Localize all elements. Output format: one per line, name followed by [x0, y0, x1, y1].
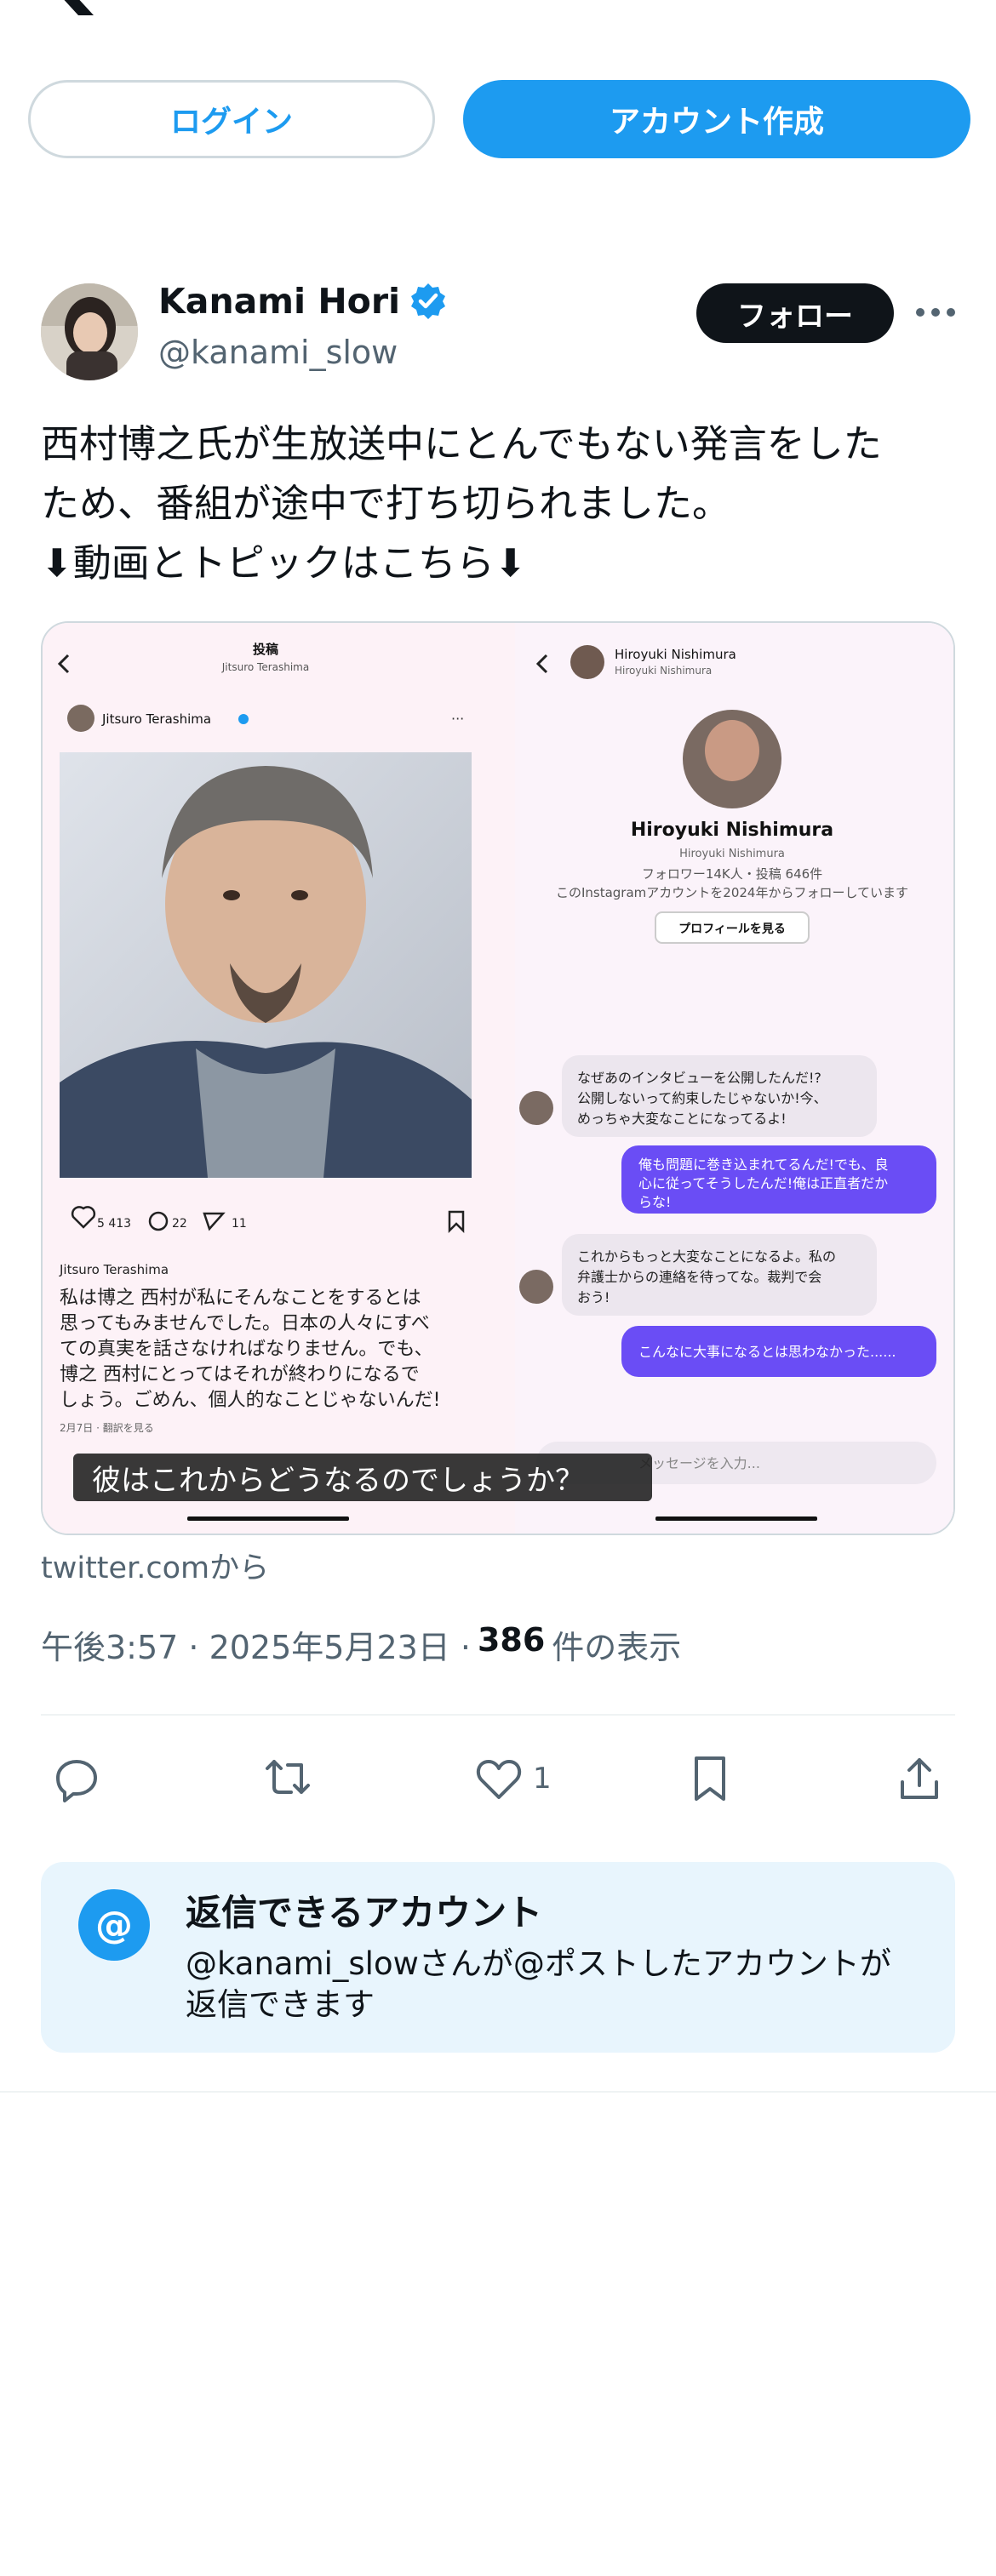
svg-text:フォロワー14K人・投稿 646件: フォロワー14K人・投稿 646件 — [642, 866, 822, 882]
svg-text:なぜあのインタビューを公開したんだ!?: なぜあのインタビューを公開したんだ!? — [577, 1070, 821, 1086]
reply-button[interactable] — [53, 1751, 100, 1806]
video-frame: 投稿 Jitsuro Terashima Jitsuro Terashima ·… — [43, 623, 953, 1534]
tweet-video[interactable]: 投稿 Jitsuro Terashima Jitsuro Terashima ·… — [41, 621, 955, 1535]
author-handle[interactable]: @kanami_slow — [158, 334, 398, 371]
svg-text:Jitsuro Terashima: Jitsuro Terashima — [59, 1262, 169, 1277]
like-count: 1 — [533, 1762, 552, 1796]
divider — [0, 2091, 996, 2093]
svg-text:22: 22 — [172, 1217, 187, 1231]
svg-text:メッセージを入力...: メッセージを入力... — [638, 1455, 760, 1471]
dm-avatar — [570, 645, 604, 679]
reply-settings-description: @kanami_slowさんが@ポストしたアカウントが返信できます — [186, 1945, 891, 2023]
reply-settings-title: 返信できるアカウント — [186, 1892, 543, 1933]
svg-text:Hiroyuki Nishimura: Hiroyuki Nishimura — [615, 665, 712, 677]
post-verified-icon — [238, 714, 249, 724]
post-more-icon: ··· — [451, 711, 464, 727]
bookmark-button[interactable] — [688, 1751, 732, 1806]
svg-text:おう!: おう! — [577, 1289, 610, 1305]
svg-text:このInstagramアカウントを2024年からフォローして: このInstagramアカウントを2024年からフォローしています — [556, 885, 908, 900]
divider — [41, 1714, 955, 1716]
reply-settings-box: @ 返信できるアカウント @kanami_slowさんが@ポストしたアカウントが… — [41, 1862, 955, 2053]
avatar[interactable] — [41, 283, 138, 380]
svg-text:公開しないって約束したじゃないか!今、: 公開しないって約束したじゃないか!今、 — [577, 1090, 827, 1106]
tweet-source: twitter.comから — [41, 1551, 270, 1585]
svg-text:Hiroyuki Nishimura: Hiroyuki Nishimura — [679, 848, 785, 860]
tweet-text: 西村博之氏が生放送中にとんでもない発言をした ため、番組が途中で打ち切られました… — [41, 414, 960, 593]
bookmark-icon — [695, 1756, 725, 1801]
reply-icon — [56, 1760, 97, 1802]
left-header-sub: Jitsuro Terashima — [221, 661, 309, 673]
login-button[interactable]: ログイン — [28, 80, 435, 158]
svg-text:思ってもみませんでした。日本の人々にすべ: 思ってもみませんでした。日本の人々にすべ — [60, 1313, 430, 1334]
svg-text:しょう。ごめん、個人的なことじゃないんだ!: しょう。ごめん、個人的なことじゃないんだ! — [60, 1390, 441, 1411]
tweet-text-line: ⬇動画とトピックはこちら⬇ — [41, 540, 527, 585]
author-name-text[interactable]: Kanami Hori — [158, 281, 400, 322]
retweet-button[interactable] — [262, 1751, 313, 1806]
svg-text:私は博之 西村が私にそんなことをするとは: 私は博之 西村が私にそんなことをするとは — [60, 1288, 421, 1309]
follow-button[interactable]: フォロー — [696, 283, 894, 343]
svg-text:ての真実を話さなければなりません。でも、: ての真実を話さなければなりません。でも、 — [60, 1339, 433, 1360]
svg-text:5 413: 5 413 — [97, 1217, 131, 1231]
view-count: 386 — [477, 1621, 546, 1659]
heart-icon — [476, 1760, 522, 1799]
svg-text:心に従ってそうしたんだ!俺は正直者だか: 心に従ってそうしたんだ!俺は正直者だか — [638, 1175, 888, 1191]
left-header-title: 投稿 — [253, 642, 278, 657]
retweet-icon — [266, 1760, 310, 1794]
svg-text:らな!: らな! — [638, 1194, 671, 1210]
svg-text:弁護士からの連絡を待ってな。裁判で会: 弁護士からの連絡を待ってな。裁判で会 — [577, 1269, 821, 1285]
share-button[interactable] — [896, 1751, 943, 1806]
tweet-timestamp[interactable]: 午後3:57 · 2025年5月23日 · — [41, 1621, 471, 1668]
create-account-button[interactable]: アカウント作成 — [463, 80, 970, 158]
svg-text:こんなに大事になるとは思わなかった......: こんなに大事になるとは思わなかった...... — [638, 1344, 896, 1360]
video-caption: 彼はこれからどうなるのでしょうか？ — [73, 1454, 652, 1501]
at-sign-icon: @ — [78, 1889, 150, 1961]
svg-text:これからもっと大変なことになるよ。私の: これからもっと大変なことになるよ。私の — [577, 1248, 836, 1265]
view-count-label: 件の表示 — [552, 1629, 682, 1666]
post-user: Jitsuro Terashima — [101, 711, 211, 727]
svg-text:めっちゃ大変なことになってるよ!: めっちゃ大変なことになってるよ! — [577, 1111, 787, 1127]
svg-text:Hiroyuki Nishimura: Hiroyuki Nishimura — [631, 820, 833, 841]
svg-text:プロフィールを見る: プロフィールを見る — [678, 922, 786, 936]
svg-text:11: 11 — [232, 1217, 247, 1231]
x-logo-icon[interactable] — [39, 0, 95, 15]
share-icon — [901, 1758, 938, 1799]
more-options-icon[interactable] — [913, 300, 958, 325]
like-button[interactable]: 1 — [473, 1751, 552, 1806]
tweet-text-line: ため、番組が途中で打ち切られました。 — [41, 481, 731, 526]
author-name[interactable]: Kanami Hori — [158, 281, 448, 322]
svg-text:2月7日 · 翻訳を見る: 2月7日 · 翻訳を見る — [60, 1421, 154, 1434]
tweet-meta: 午後3:57 · 2025年5月23日 · 386 件の表示 — [41, 1621, 681, 1668]
verified-badge-icon — [411, 283, 446, 319]
tweet-text-line: 西村博之氏が生放送中にとんでもない発言をした — [41, 421, 882, 466]
svg-text:俺も問題に巻き込まれてるんだ!でも、良: 俺も問題に巻き込まれてるんだ!でも、良 — [638, 1157, 888, 1173]
svg-text:博之 西村にとってはそれが終わりになるで: 博之 西村にとってはそれが終わりになるで — [60, 1364, 420, 1385]
post-avatar — [67, 705, 94, 732]
svg-text:Hiroyuki Nishimura: Hiroyuki Nishimura — [615, 647, 736, 662]
